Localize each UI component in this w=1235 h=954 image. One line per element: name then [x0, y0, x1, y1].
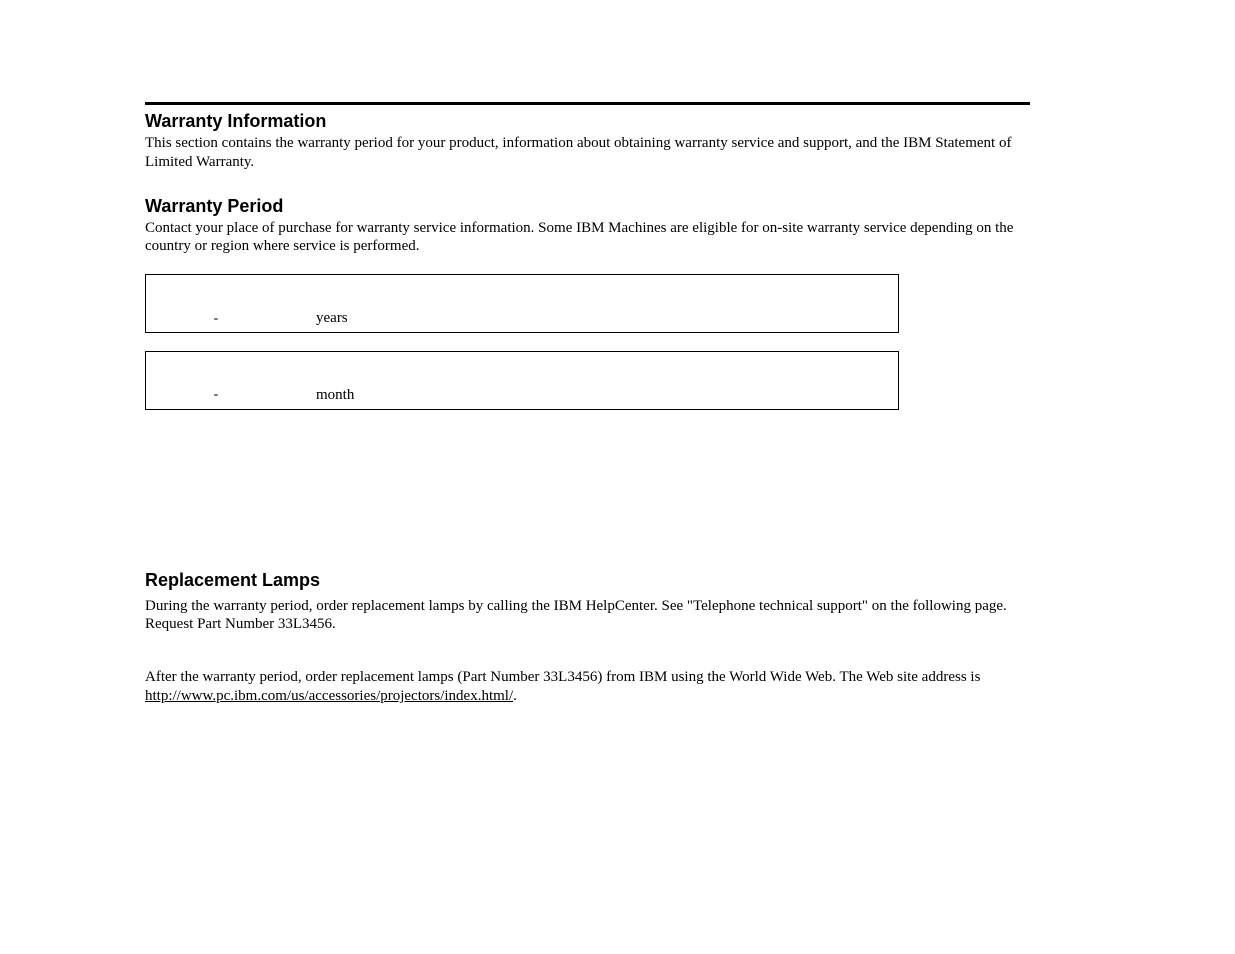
table-cell-label: month [286, 352, 354, 409]
warranty-table-month: - month [145, 351, 899, 410]
table-cell-dash: - [146, 276, 286, 332]
warranty-information-heading: Warranty Information [145, 111, 1030, 132]
replacement-lamps-section: Replacement Lamps During the warranty pe… [145, 570, 1030, 706]
table-row: - month [146, 352, 898, 409]
para2-post-text: . [513, 688, 517, 704]
warranty-period-body: Contact your place of purchase for warra… [145, 219, 1030, 257]
table-cell-dash: - [146, 352, 286, 408]
document-page: Warranty Information This section contai… [0, 0, 1235, 706]
para2-pre-text: After the warranty period, order replace… [145, 669, 980, 685]
top-horizontal-rule [145, 102, 1030, 105]
warranty-period-heading: Warranty Period [145, 196, 1030, 217]
replacement-lamps-para1: During the warranty period, order replac… [145, 597, 1030, 635]
web-link[interactable]: http://www.pc.ibm.com/us/accessories/pro… [145, 688, 513, 704]
warranty-table-years: - years [145, 274, 899, 333]
replacement-lamps-para2: After the warranty period, order replace… [145, 668, 1030, 706]
table-row: - years [146, 275, 898, 332]
table-cell-label: years [286, 275, 348, 332]
replacement-lamps-heading: Replacement Lamps [145, 570, 1030, 591]
warranty-information-body: This section contains the warranty perio… [145, 134, 1030, 172]
